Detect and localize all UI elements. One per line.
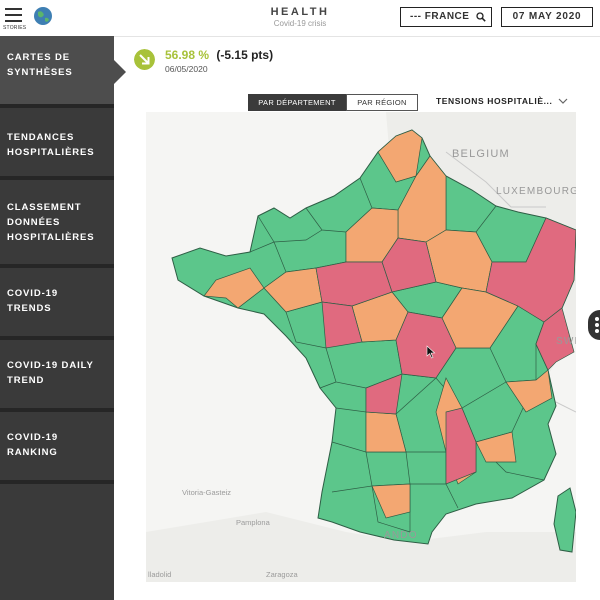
date-picker[interactable]: 07 MAY 2020	[501, 7, 593, 27]
sidebar-item-label: Covid-19 trends	[7, 288, 59, 314]
choropleth-map[interactable]: BELGIUM LUXEMBOURG SWI ANDO Pamplona Zar…	[146, 112, 576, 582]
sidebar-item-covid-trends[interactable]: Covid-19 trends	[0, 268, 114, 340]
sidebar: Cartes de synthèses Tendances hospitaliè…	[0, 36, 114, 600]
by-department-toggle[interactable]: PAR DÉPARTEMENT	[248, 94, 346, 111]
indicator-value: 56.98 % (-5.15 pts)	[165, 48, 273, 62]
map-label-andorra: ANDO	[384, 530, 418, 541]
top-bar: STORIES HEALTH Covid-19 crisis --- FRANC…	[0, 0, 600, 37]
search-icon	[476, 12, 486, 22]
sidebar-empty-slot	[0, 484, 114, 600]
indicator-percent: 56.98 %	[165, 48, 210, 62]
map-label-switzerland: SWI	[556, 336, 576, 347]
globe-logo-icon[interactable]	[33, 6, 53, 26]
menu-label: STORIES	[3, 25, 27, 31]
map-label-luxembourg: LUXEMBOURG	[496, 186, 576, 197]
metric-select[interactable]: TENSIONS HOSPITALIÈ...	[436, 94, 570, 110]
map-label-valladolid: lladolid	[148, 570, 172, 579]
map-label-belgium: BELGIUM	[452, 148, 510, 160]
trend-down-icon	[134, 49, 155, 70]
indicator-change: (-5.15 pts)	[216, 48, 274, 62]
sidebar-item-covid-ranking[interactable]: Covid-19 ranking	[0, 412, 114, 484]
sidebar-item-covid-daily-trend[interactable]: Covid-19 daily trend	[0, 340, 114, 412]
sidebar-item-label: Classement données hospitalières	[7, 202, 95, 243]
sidebar-item-classement-donnees[interactable]: Classement données hospitalières	[0, 180, 114, 268]
metric-select-value: TENSIONS HOSPITALIÈ...	[436, 96, 553, 106]
chevron-down-icon	[558, 98, 568, 104]
app-title-block: HEALTH Covid-19 crisis	[240, 6, 360, 28]
map-canvas[interactable]	[146, 112, 576, 582]
country-select-value: --- FRANCE	[410, 11, 470, 22]
menu-button[interactable]: STORIES	[3, 6, 27, 32]
indicator-date: 06/05/2020	[165, 64, 208, 74]
active-item-arrow	[114, 60, 126, 84]
sidebar-item-tendances-hospitalieres[interactable]: Tendances hospitalières	[0, 108, 114, 180]
by-region-toggle[interactable]: PAR RÉGION	[346, 94, 418, 111]
sidebar-item-label: Covid-19 ranking	[7, 432, 59, 458]
side-panel-handle[interactable]	[588, 310, 600, 340]
app-title: HEALTH	[270, 6, 330, 18]
sidebar-item-label: Tendances hospitalières	[7, 132, 95, 158]
sidebar-item-label: Cartes de synthèses	[7, 52, 73, 78]
sidebar-item-label: Covid-19 daily trend	[7, 360, 94, 386]
app-subtitle: Covid-19 crisis	[273, 19, 327, 28]
map-label-pamplona: Pamplona	[236, 518, 270, 527]
country-select[interactable]: --- FRANCE	[400, 7, 492, 27]
sidebar-item-cartes-de-syntheses[interactable]: Cartes de synthèses	[0, 36, 114, 108]
map-label-zaragoza: Zaragoza	[266, 570, 298, 579]
mouse-cursor-icon	[426, 345, 436, 359]
map-label-vitoria: Vitoria-Gasteiz	[182, 488, 232, 497]
